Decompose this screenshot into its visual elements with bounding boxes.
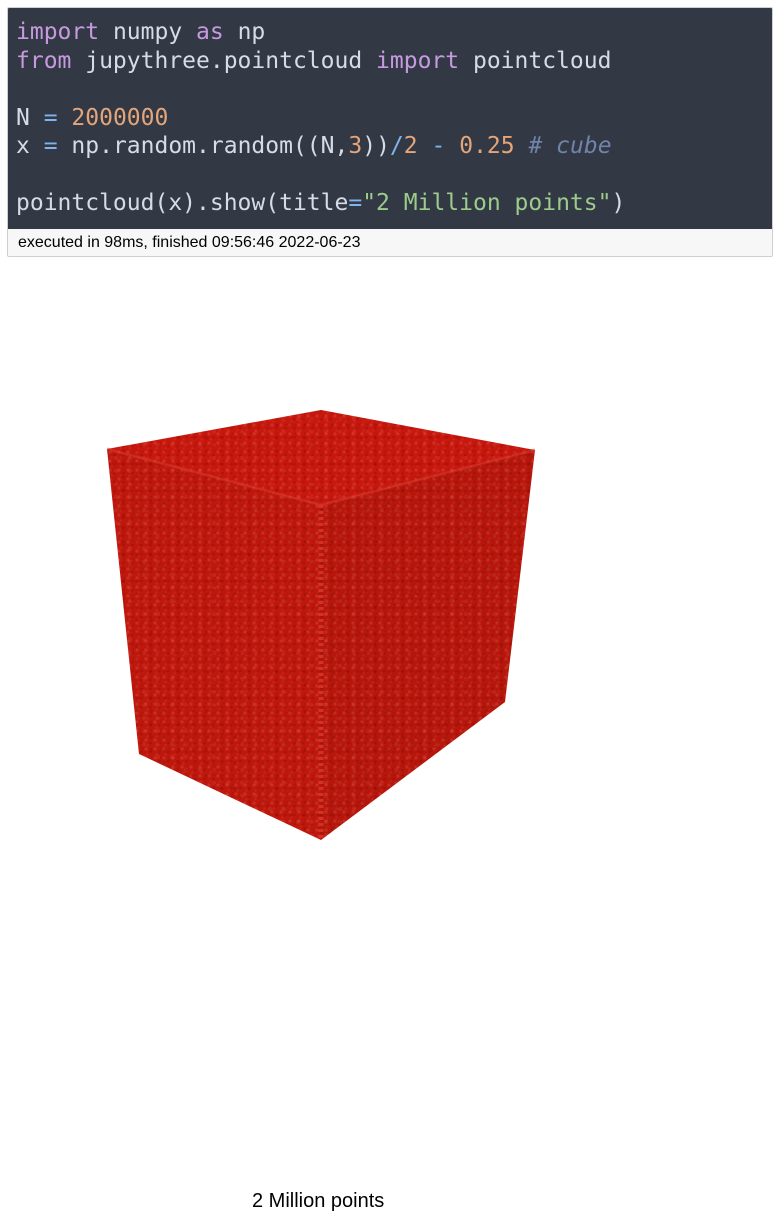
code-cell[interactable]: import numpy as np from jupythree.pointc… [7, 7, 773, 257]
viewer-title: 2 Million points [252, 1190, 385, 1212]
code-token: - [431, 133, 446, 159]
code-token: 2000000 [71, 104, 169, 131]
code-token: as [196, 19, 224, 45]
code-token: from [16, 47, 72, 74]
pointcloud-canvas[interactable] [0, 262, 784, 982]
code-token: = [43, 104, 58, 131]
code-token: import [16, 19, 100, 45]
code-token: = [43, 133, 58, 159]
code-token: 0.25 [459, 133, 515, 159]
pointcloud-viewer[interactable]: 2 Million points [0, 262, 784, 1212]
code-token: = [348, 190, 363, 216]
code-token: "2 Million points" [362, 190, 612, 216]
code-editor[interactable]: import numpy as np from jupythree.pointc… [8, 8, 772, 229]
code-token: np [223, 19, 266, 45]
code-line: from jupythree.pointcloud import pointcl… [16, 47, 772, 76]
code-token: )) [362, 133, 390, 159]
code-token: 2 [403, 133, 418, 159]
code-token: jupythree.pointcloud [71, 47, 377, 74]
code-line: N = 2000000 [16, 104, 772, 133]
code-token: / [389, 133, 404, 159]
code-line: pointcloud(x).show(title="2 Million poin… [16, 189, 772, 218]
code-token: numpy [99, 19, 197, 45]
code-token: N [16, 104, 44, 131]
code-token: # cube [528, 133, 612, 159]
code-token: pointcloud [459, 47, 612, 74]
code-token: pointcloud(x).show(title [16, 190, 349, 216]
execution-status: executed in 98ms, finished 09:56:46 2022… [18, 234, 361, 251]
code-token: np.random.random((N, [57, 133, 349, 159]
code-token: ) [611, 190, 626, 216]
code-token: x [16, 133, 44, 159]
code-token: import [376, 47, 460, 74]
code-token: 3 [348, 133, 363, 159]
code-line: import numpy as np [16, 18, 772, 47]
code-line: x = np.random.random((N,3))/2 - 0.25 # c… [16, 132, 772, 161]
